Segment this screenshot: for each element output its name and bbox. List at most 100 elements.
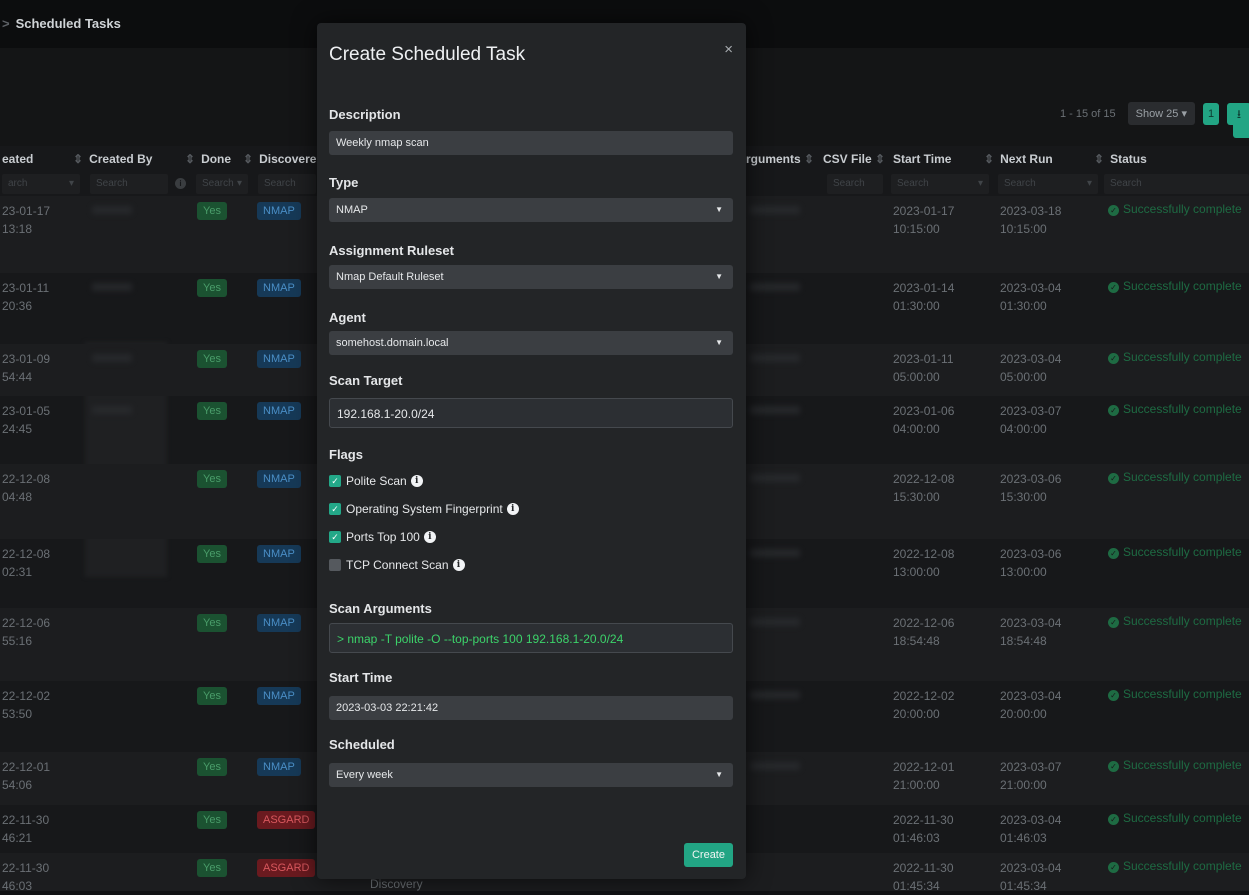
created-time: 24:45 [2, 422, 33, 436]
checkbox-checked-icon[interactable]: ✓ [329, 503, 341, 515]
created-date: 22-12-08 [2, 472, 51, 486]
status-text: Successfully complete [1123, 279, 1242, 293]
done-badge: Yes [197, 859, 227, 877]
agent-select-value: somehost.domain.local [336, 337, 449, 349]
page-size-select[interactable]: Show 25 ▾ [1127, 102, 1195, 125]
agent-select[interactable]: somehost.domain.local ▼ [329, 331, 733, 355]
ruleset-select[interactable]: Nmap Default Ruleset ▼ [329, 265, 733, 289]
pagination: 1 - 15 of 15 Show 25 ▾ 1 ⭳ [1060, 102, 1249, 125]
created-time: 54:06 [2, 778, 33, 792]
close-icon[interactable]: × [724, 41, 733, 58]
start-time: 01:45:34 [893, 879, 940, 893]
next-date: 2023-03-07 [1000, 760, 1062, 774]
start-time-input[interactable]: 2023-03-03 22:21:42 [329, 696, 733, 720]
page-1-button[interactable]: 1 [1203, 102, 1219, 125]
status-text: Successfully complete [1123, 202, 1242, 216]
filter-next-run[interactable]: Search ▾ [998, 174, 1098, 194]
start-date: 2023-01-14 [893, 281, 955, 295]
redacted-arguments [750, 474, 800, 482]
status-cell: ✓ Successfully complete [1108, 687, 1242, 701]
type-badge: NMAP [257, 687, 301, 705]
next-date: 2023-03-06 [1000, 472, 1062, 486]
next-time: 20:00:00 [1000, 707, 1047, 721]
done-badge: Yes [197, 687, 227, 705]
done-badge: Yes [197, 279, 227, 297]
checkbox-unchecked-icon[interactable] [329, 559, 341, 571]
chevron-right-icon: > [2, 16, 10, 31]
type-select[interactable]: NMAP ▼ [329, 198, 733, 222]
col-start-time[interactable]: Start Time [893, 146, 951, 172]
scan-arguments-label: Scan Arguments [329, 601, 432, 616]
flag-label: Polite Scan [346, 474, 407, 488]
flag-tcp-connect-scan[interactable]: TCP Connect Scan i [329, 558, 465, 572]
filter-start-time[interactable]: Search ▾ [891, 174, 989, 194]
caret-down-icon: ▾ [977, 178, 983, 189]
status-text: Successfully complete [1123, 545, 1242, 559]
col-next-run[interactable]: ⇕ Next Run [984, 146, 1053, 172]
check-circle-icon: ✓ [1108, 282, 1119, 293]
created-date: 23-01-09 [2, 352, 51, 366]
start-date: 2022-12-02 [893, 689, 955, 703]
start-date: 2022-12-06 [893, 616, 955, 630]
redacted-arguments [750, 283, 800, 291]
checkbox-checked-icon[interactable]: ✓ [329, 475, 341, 487]
caret-down-icon: ▼ [715, 205, 723, 214]
col-status[interactable]: ⇕ Status [1094, 146, 1147, 172]
filter-discovered[interactable]: Search [258, 174, 316, 194]
created-time: 20:36 [2, 299, 33, 313]
next-date: 2023-03-04 [1000, 861, 1062, 875]
created-date: 22-12-02 [2, 689, 51, 703]
next-date: 2023-03-18 [1000, 204, 1062, 218]
flag-ports-top-100[interactable]: ✓ Ports Top 100 i [329, 530, 436, 544]
scheduled-select-value: Every week [336, 769, 393, 781]
created-date: 23-01-11 [2, 281, 50, 295]
start-date: 2023-01-06 [893, 404, 955, 418]
filter-created-by[interactable]: Search i [90, 174, 186, 194]
col-created-by[interactable]: ⇕ Created By [73, 146, 152, 172]
status-cell: ✓ Successfully complete [1108, 279, 1242, 293]
page-count: 1 - 15 of 15 [1059, 107, 1116, 120]
flag-polite-scan[interactable]: ✓ Polite Scan i [329, 474, 423, 488]
redacted-user [92, 406, 132, 414]
status-cell: ✓ Successfully complete [1108, 202, 1242, 216]
filter-csv[interactable]: Search [827, 174, 883, 194]
type-badge: NMAP [257, 758, 301, 776]
download-icon[interactable]: ⭳ [1227, 102, 1249, 125]
done-badge: Yes [197, 614, 227, 632]
status-text: Successfully complete [1123, 758, 1242, 772]
sort-icon: ⇕ [1094, 152, 1105, 166]
next-date: 2023-03-04 [1000, 689, 1062, 703]
status-text: Successfully complete [1123, 402, 1242, 416]
flag-os-fingerprint[interactable]: ✓ Operating System Fingerprint i [329, 502, 519, 516]
col-csv-file[interactable]: CSV File ⇕ [823, 146, 891, 172]
status-text: Successfully complete [1123, 859, 1242, 873]
start-date: 2022-11-30 [893, 861, 954, 875]
redacted-arguments [750, 354, 800, 362]
col-done[interactable]: ⇕ Done [185, 146, 231, 172]
col-created[interactable]: eated [2, 146, 33, 172]
description-input[interactable]: Weekly nmap scan [329, 131, 733, 155]
col-discovered[interactable]: ⇕ Discovere [243, 146, 316, 172]
flag-label: Operating System Fingerprint [346, 502, 503, 516]
redacted-arguments [750, 549, 800, 557]
next-time: 10:15:00 [1000, 222, 1047, 236]
redacted-arguments [750, 206, 800, 214]
type-badge: NMAP [257, 350, 301, 368]
col-arguments[interactable]: rguments ⇕ [746, 146, 820, 172]
start-time: 15:30:00 [893, 490, 940, 504]
created-date: 22-12-08 [2, 547, 51, 561]
filter-created[interactable]: arch ▾ [2, 174, 80, 194]
scheduled-select[interactable]: Every week ▼ [329, 763, 733, 787]
next-time: 05:00:00 [1000, 370, 1047, 384]
checkbox-checked-icon[interactable]: ✓ [329, 531, 341, 543]
create-button[interactable]: Create [683, 843, 733, 867]
scan-target-input[interactable]: 192.168.1-20.0/24 [329, 398, 733, 428]
page-size-label: Show 25 [1135, 108, 1179, 120]
filter-status[interactable]: Search [1104, 174, 1249, 194]
start-time: 20:00:00 [893, 707, 940, 721]
status-cell: ✓ Successfully complete [1108, 758, 1242, 772]
filter-done[interactable]: Search ▾ [196, 174, 248, 194]
done-badge: Yes [197, 758, 227, 776]
done-badge: Yes [197, 811, 227, 829]
start-date: 2022-12-08 [893, 547, 955, 561]
